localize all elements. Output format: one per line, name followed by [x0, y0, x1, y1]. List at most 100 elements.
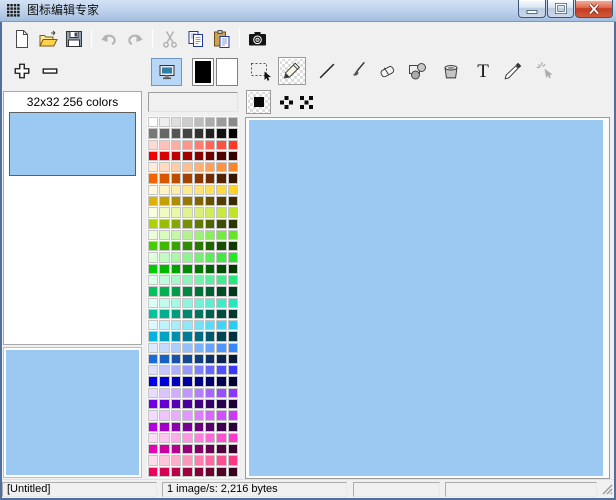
- maximize-button[interactable]: [547, 0, 574, 18]
- palette-swatch[interactable]: [182, 388, 192, 398]
- palette-swatch[interactable]: [182, 376, 192, 386]
- palette-swatch[interactable]: [194, 185, 204, 195]
- palette-swatch[interactable]: [228, 365, 238, 375]
- palette-swatch[interactable]: [171, 252, 181, 262]
- palette-swatch[interactable]: [228, 331, 238, 341]
- palette-swatch[interactable]: [205, 151, 215, 161]
- palette-swatch[interactable]: [194, 117, 204, 127]
- palette-swatch[interactable]: [216, 173, 226, 183]
- palette-swatch[interactable]: [205, 343, 215, 353]
- palette-swatch[interactable]: [148, 286, 158, 296]
- brush-tool[interactable]: [344, 58, 370, 84]
- palette-swatch[interactable]: [148, 241, 158, 251]
- palette-swatch[interactable]: [171, 331, 181, 341]
- palette-swatch[interactable]: [148, 207, 158, 217]
- palette-swatch[interactable]: [159, 230, 169, 240]
- palette-swatch[interactable]: [228, 196, 238, 206]
- palette-swatch[interactable]: [205, 207, 215, 217]
- palette-swatch[interactable]: [148, 455, 158, 465]
- palette-swatch[interactable]: [182, 298, 192, 308]
- palette-swatch[interactable]: [194, 388, 204, 398]
- palette-swatch[interactable]: [182, 185, 192, 195]
- pen-size-button[interactable]: [246, 90, 271, 114]
- palette-swatch[interactable]: [159, 331, 169, 341]
- palette-swatch[interactable]: [182, 275, 192, 285]
- palette-swatch[interactable]: [171, 399, 181, 409]
- palette-swatch[interactable]: [205, 455, 215, 465]
- palette-swatch[interactable]: [216, 140, 226, 150]
- palette-swatch[interactable]: [148, 444, 158, 454]
- palette-swatch[interactable]: [194, 422, 204, 432]
- palette-swatch[interactable]: [159, 444, 169, 454]
- palette-swatch[interactable]: [228, 140, 238, 150]
- palette-swatch[interactable]: [205, 444, 215, 454]
- palette-swatch[interactable]: [171, 241, 181, 251]
- palette-swatch[interactable]: [148, 185, 158, 195]
- palette-swatch[interactable]: [182, 455, 192, 465]
- palette-swatch[interactable]: [216, 354, 226, 364]
- palette-swatch[interactable]: [148, 410, 158, 420]
- palette-swatch[interactable]: [228, 264, 238, 274]
- palette-swatch[interactable]: [194, 455, 204, 465]
- palette-swatch[interactable]: [171, 219, 181, 229]
- palette-swatch[interactable]: [194, 128, 204, 138]
- palette-swatch[interactable]: [148, 354, 158, 364]
- palette-swatch[interactable]: [171, 140, 181, 150]
- palette-swatch[interactable]: [171, 128, 181, 138]
- palette-swatch[interactable]: [159, 376, 169, 386]
- palette-swatch[interactable]: [216, 207, 226, 217]
- palette-swatch[interactable]: [182, 162, 192, 172]
- palette-swatch[interactable]: [159, 241, 169, 251]
- palette-swatch[interactable]: [205, 365, 215, 375]
- palette-swatch[interactable]: [171, 173, 181, 183]
- palette-swatch[interactable]: [159, 252, 169, 262]
- palette-swatch[interactable]: [194, 410, 204, 420]
- palette-swatch[interactable]: [216, 376, 226, 386]
- palette-swatch[interactable]: [159, 343, 169, 353]
- palette-swatch[interactable]: [171, 162, 181, 172]
- line-tool[interactable]: [314, 58, 340, 84]
- zoom-in-button[interactable]: [10, 58, 34, 84]
- palette-swatch[interactable]: [216, 230, 226, 240]
- palette-swatch[interactable]: [182, 151, 192, 161]
- zoom-out-button[interactable]: [38, 58, 62, 84]
- palette-swatch[interactable]: [148, 252, 158, 262]
- palette-swatch[interactable]: [171, 264, 181, 274]
- palette-swatch[interactable]: [194, 151, 204, 161]
- palette-swatch[interactable]: [148, 173, 158, 183]
- palette-swatch[interactable]: [159, 264, 169, 274]
- palette-swatch[interactable]: [216, 331, 226, 341]
- palette-swatch[interactable]: [216, 219, 226, 229]
- minimize-button[interactable]: [518, 0, 546, 18]
- palette-swatch[interactable]: [159, 365, 169, 375]
- palette-swatch[interactable]: [194, 354, 204, 364]
- palette-swatch[interactable]: [216, 241, 226, 251]
- new-button[interactable]: [9, 26, 35, 52]
- palette-swatch[interactable]: [159, 151, 169, 161]
- palette-swatch[interactable]: [159, 467, 169, 477]
- palette-swatch[interactable]: [205, 185, 215, 195]
- palette-swatch[interactable]: [148, 399, 158, 409]
- palette-swatch[interactable]: [228, 422, 238, 432]
- palette-swatch[interactable]: [205, 264, 215, 274]
- icon-preview[interactable]: [9, 112, 136, 176]
- palette-swatch[interactable]: [216, 162, 226, 172]
- palette-swatch[interactable]: [194, 162, 204, 172]
- palette-swatch[interactable]: [228, 162, 238, 172]
- palette-swatch[interactable]: [159, 219, 169, 229]
- palette-swatch[interactable]: [216, 298, 226, 308]
- palette-swatch[interactable]: [228, 309, 238, 319]
- palette-swatch[interactable]: [171, 354, 181, 364]
- palette-swatch[interactable]: [216, 365, 226, 375]
- palette-swatch[interactable]: [194, 264, 204, 274]
- palette-swatch[interactable]: [194, 399, 204, 409]
- palette-swatch[interactable]: [205, 117, 215, 127]
- screen-preview-toggle[interactable]: [151, 58, 182, 86]
- palette-swatch[interactable]: [182, 399, 192, 409]
- palette-swatch[interactable]: [194, 320, 204, 330]
- palette-swatch[interactable]: [148, 388, 158, 398]
- palette-swatch[interactable]: [159, 455, 169, 465]
- palette-swatch[interactable]: [182, 241, 192, 251]
- palette-swatch[interactable]: [194, 252, 204, 262]
- shapes-tool[interactable]: [404, 58, 432, 84]
